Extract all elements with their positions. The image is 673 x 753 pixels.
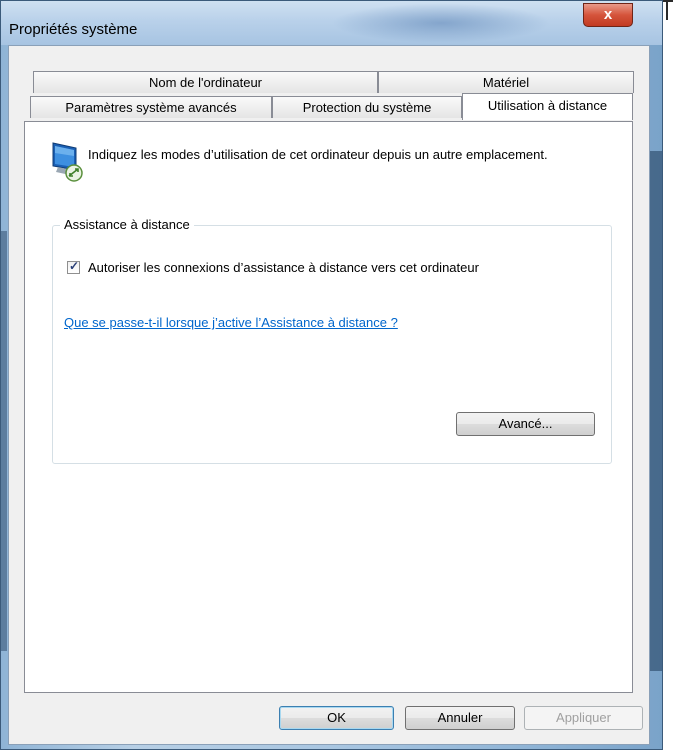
button-label: Appliquer [556,710,611,725]
title-bar[interactable]: Propriétés système x [1,1,662,45]
tab-remote[interactable]: Utilisation à distance [462,93,633,120]
tab-label: Utilisation à distance [487,98,608,113]
tab-label: Nom de l'ordinateur [148,75,263,90]
screen-right-edge [666,0,668,20]
apply-button[interactable]: Appliquer [524,706,643,730]
tab-label: Protection du système [302,100,432,115]
title-glow [331,3,551,43]
advanced-button[interactable]: Avancé... [456,412,595,436]
remote-assistance-help-link[interactable]: Que se passe-t-il lorsque j’active l’Ass… [64,315,398,330]
tab-label: Matériel [482,75,530,90]
button-label: Avancé... [498,416,553,431]
checkmark-icon: ✓ [69,259,80,273]
group-title: Assistance à distance [60,217,194,232]
close-button[interactable]: x [583,3,633,27]
frame-shadow [649,151,662,671]
tab-label: Paramètres système avancés [65,100,237,115]
cancel-button[interactable]: Annuler [405,706,515,730]
tab-computer-name[interactable]: Nom de l'ordinateur [33,71,378,93]
tab-advanced-settings[interactable]: Paramètres système avancés [30,96,272,118]
window-title: Propriétés système [9,21,138,38]
frame-shadow-left [1,231,7,651]
button-label: Annuler [437,710,483,725]
allow-remote-assistance-checkbox[interactable]: ✓ [67,259,80,274]
button-label: OK [327,710,346,725]
close-icon: x [603,6,613,23]
tab-hardware[interactable]: Matériel [378,71,634,93]
intro-text: Indiquez les modes d’utilisation de cet … [88,147,548,162]
checkbox-label[interactable]: Autoriser les connexions d’assistance à … [88,260,479,275]
tab-system-protection[interactable]: Protection du système [272,96,462,118]
remote-computer-icon [52,142,83,182]
ok-button[interactable]: OK [279,706,394,730]
